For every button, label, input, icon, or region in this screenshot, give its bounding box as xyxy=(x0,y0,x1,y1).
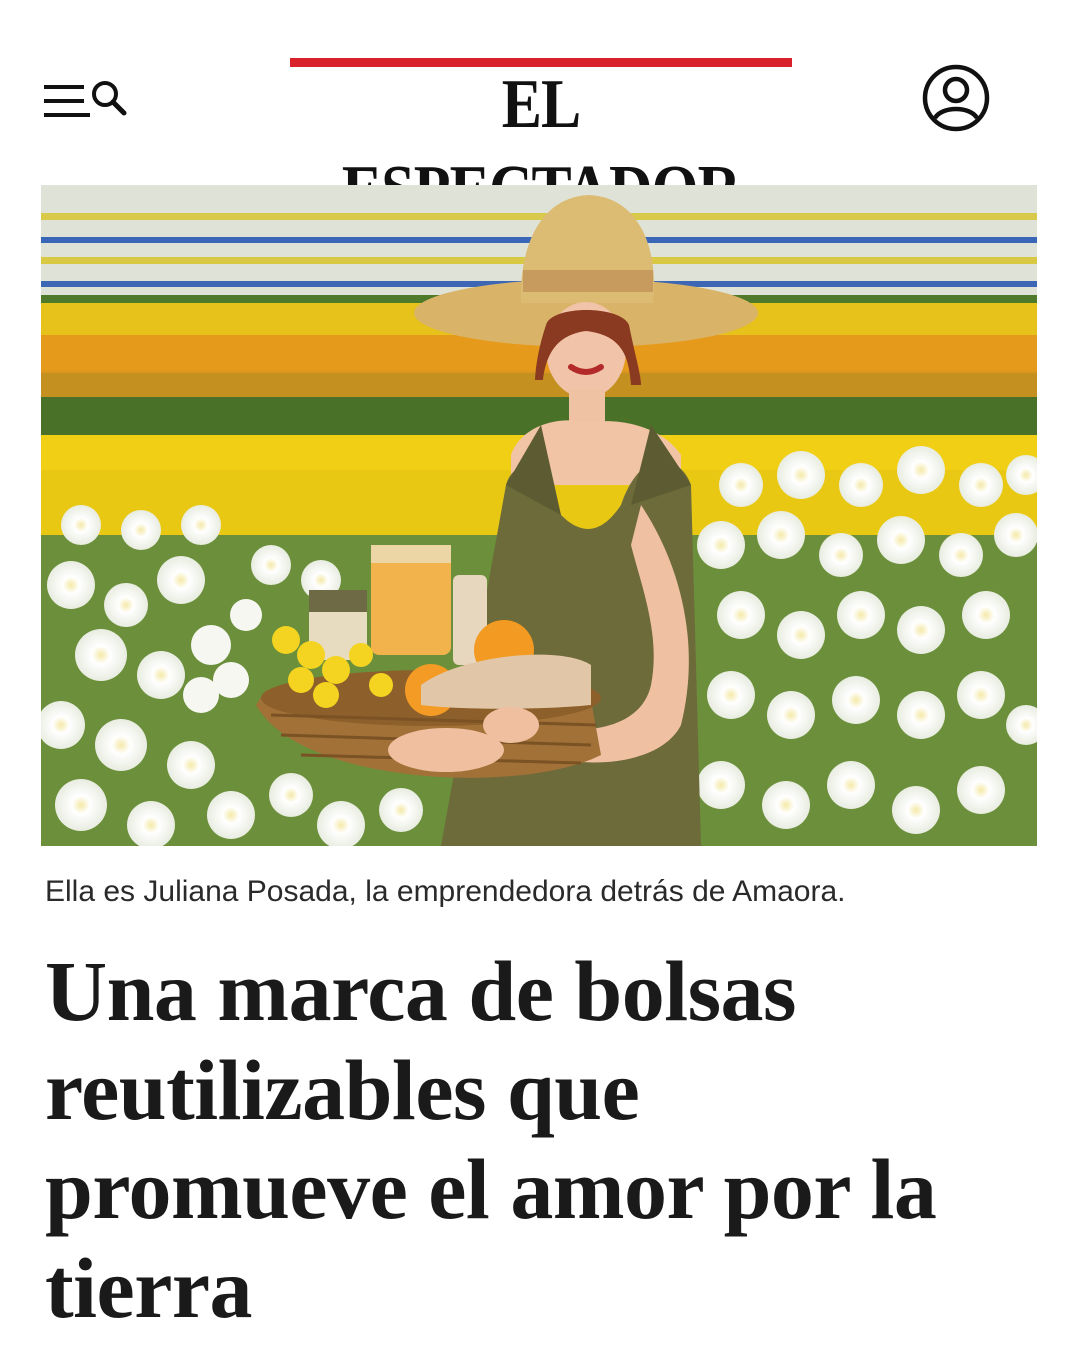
site-header: EL ESPECTADOR xyxy=(0,0,1080,229)
article-headline[interactable]: Una marca de bolsas reutilizables que pr… xyxy=(45,942,1045,1338)
logo-text: EL ESPECTADOR xyxy=(342,66,741,229)
user-account-button[interactable] xyxy=(920,62,992,134)
user-account-icon xyxy=(922,64,990,132)
headline-line: tierra xyxy=(45,1240,253,1336)
image-caption: Ella es Juliana Posada, la emprendedora … xyxy=(45,875,846,908)
menu-search-button[interactable] xyxy=(40,70,132,126)
site-logo[interactable]: EL ESPECTADOR xyxy=(290,58,792,229)
hero-photo xyxy=(41,185,1037,846)
headline-line: reutilizables que xyxy=(45,1042,640,1138)
hero-image[interactable] xyxy=(41,185,1037,846)
menu-search-icon xyxy=(44,81,127,117)
headline-line: Una marca de bolsas xyxy=(45,943,797,1039)
headline-line: promueve el amor por la xyxy=(45,1141,937,1237)
